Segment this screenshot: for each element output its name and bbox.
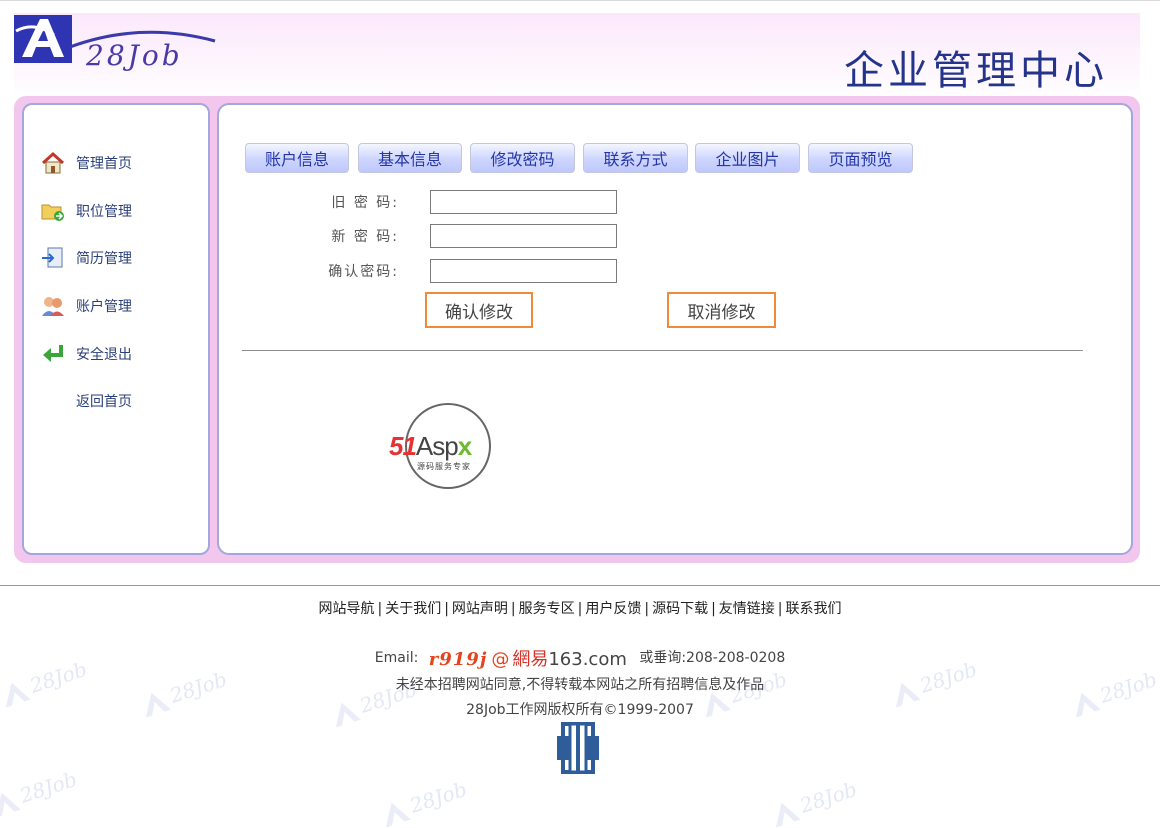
tab-change-password[interactable]: 修改密码 xyxy=(470,143,575,173)
sidebar-item-home[interactable]: 管理首页 xyxy=(40,151,132,175)
sidebar-item-label: 职位管理 xyxy=(76,204,132,220)
tab-account-info[interactable]: 账户信息 xyxy=(245,143,349,173)
police-badge-icon xyxy=(557,722,599,774)
footer-separator: | xyxy=(577,601,583,617)
email-at: @ xyxy=(491,649,510,670)
site-logo[interactable]: 28Job xyxy=(14,13,224,75)
copyright-text: 28Job工作网版权所有©1999-2007 xyxy=(466,702,694,718)
page-title: 企业管理中心 xyxy=(844,48,1108,94)
email-address-image: r919j @ 網易163.com xyxy=(429,645,627,671)
new-password-label: 新 密 码: xyxy=(331,229,399,245)
content-panel: 账户信息 基本信息 修改密码 联系方式 企业图片 页面预览 旧 密 码: 新 密… xyxy=(217,103,1133,555)
footer-link-contact[interactable]: 联系我们 xyxy=(786,601,842,617)
watermark: 28Job xyxy=(0,767,80,818)
footer-separator: | xyxy=(711,601,716,617)
sidebar-item-label: 简历管理 xyxy=(76,251,132,267)
tab-page-preview[interactable]: 页面预览 xyxy=(808,143,913,173)
blank-icon xyxy=(40,390,66,412)
tab-company-images[interactable]: 企业图片 xyxy=(695,143,800,173)
home-icon xyxy=(40,152,66,174)
watermark: 28Job xyxy=(768,777,860,828)
footer-link-download[interactable]: 源码下载 xyxy=(652,601,708,617)
footer-separator: | xyxy=(777,601,783,617)
badge-x: x xyxy=(457,431,473,461)
footer-link-nav[interactable]: 网站导航 xyxy=(318,601,374,617)
contact-line: Email: r919j @ 網易163.com 或垂询:208-208-0208 xyxy=(0,645,1160,671)
footer-link-statement[interactable]: 网站声明 xyxy=(452,601,508,617)
footer-separator: | xyxy=(377,601,383,617)
email-user: r919j xyxy=(428,649,488,670)
badge-51: 51 xyxy=(389,431,417,461)
sidebar-item-jobs[interactable]: 职位管理 xyxy=(40,199,132,223)
old-password-label: 旧 密 码: xyxy=(331,195,399,211)
sidebar-item-label: 返回首页 xyxy=(76,394,132,410)
exit-arrow-icon xyxy=(40,343,66,365)
sidebar: 管理首页 职位管理 简历管理 账户管理 安全退出 返回首页 xyxy=(22,103,210,555)
sidebar-item-logout[interactable]: 安全退出 xyxy=(40,342,132,366)
tab-basic-info[interactable]: 基本信息 xyxy=(358,143,462,173)
new-password-input[interactable] xyxy=(430,224,617,248)
footer-divider xyxy=(0,585,1160,586)
sidebar-item-resumes[interactable]: 简历管理 xyxy=(40,246,132,270)
confirm-password-input[interactable] xyxy=(430,259,617,283)
top-border xyxy=(0,0,1160,1)
watermark: 28Job xyxy=(378,777,470,828)
email-domain: 網易 xyxy=(512,649,549,670)
footer-separator: | xyxy=(444,601,449,617)
sidebar-item-account[interactable]: 账户管理 xyxy=(40,294,132,318)
sidebar-item-back-home[interactable]: 返回首页 xyxy=(40,389,132,413)
brand-badge: 51Aspx 源码服务专家 xyxy=(389,403,519,495)
users-icon xyxy=(40,295,66,317)
sidebar-item-label: 安全退出 xyxy=(76,347,132,363)
email-domain-suffix: 163.com xyxy=(548,649,627,670)
phone-text: 或垂询:208-208-0208 xyxy=(639,650,786,666)
footer-links: 网站导航 | 关于我们 | 网站声明 | 服务专区 | 用户反馈 | 源码下载 | 友情链接 | 联系我们 xyxy=(0,598,1160,618)
footer-separator: | xyxy=(510,601,516,617)
badge-tagline: 源码服务专家 xyxy=(417,462,471,471)
document-import-icon xyxy=(40,247,66,269)
folder-arrow-icon xyxy=(40,200,66,222)
badge-asp: Asp xyxy=(415,431,459,461)
old-password-input[interactable] xyxy=(430,190,617,214)
confirm-password-label: 确认密码: xyxy=(328,264,399,280)
footer-link-friends[interactable]: 友情链接 xyxy=(719,601,775,617)
badge-wordmark: 51Aspx xyxy=(389,431,473,462)
content-divider xyxy=(242,350,1083,351)
logo-text: 28Job xyxy=(86,39,183,72)
sidebar-item-label: 账户管理 xyxy=(76,299,132,315)
cancel-change-button[interactable]: 取消修改 xyxy=(667,292,776,328)
confirm-change-button[interactable]: 确认修改 xyxy=(425,292,533,328)
sidebar-item-label: 管理首页 xyxy=(76,156,132,172)
footer-link-services[interactable]: 服务专区 xyxy=(519,601,575,617)
tab-contact[interactable]: 联系方式 xyxy=(583,143,688,173)
footer-link-about[interactable]: 关于我们 xyxy=(385,601,441,617)
footer-separator: | xyxy=(644,601,650,617)
email-label: Email: xyxy=(374,650,419,666)
footer-link-feedback[interactable]: 用户反馈 xyxy=(585,601,641,617)
logo-a-icon xyxy=(14,15,72,63)
copyright-notice: 未经本招聘网站同意,不得转载本网站之所有招聘信息及作品 xyxy=(395,677,765,693)
